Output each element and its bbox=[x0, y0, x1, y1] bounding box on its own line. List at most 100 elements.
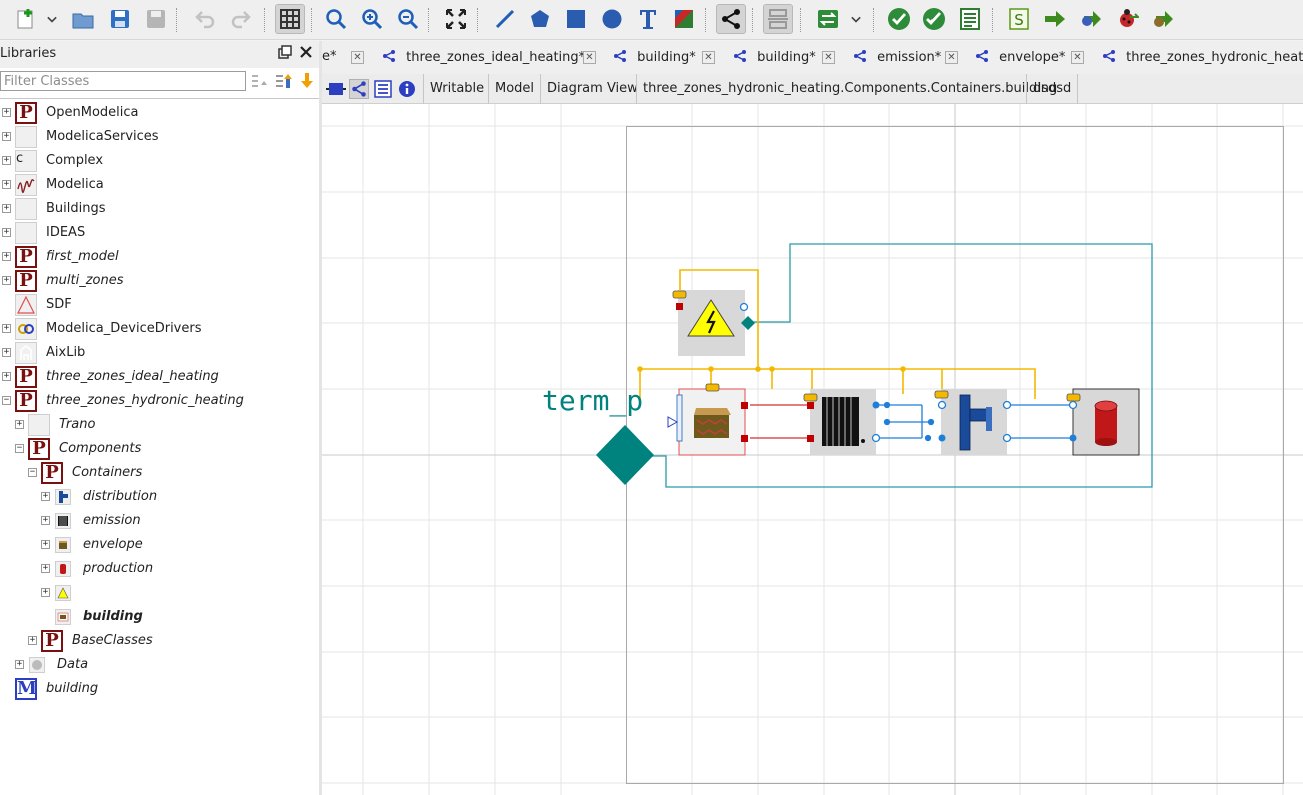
zoom-reset-icon[interactable] bbox=[321, 4, 351, 34]
expand-icon[interactable]: + bbox=[2, 156, 11, 165]
expand-icon[interactable]: + bbox=[2, 204, 11, 213]
simulate-icon[interactable] bbox=[1040, 4, 1070, 34]
tab-three-zones-hydronic-heating[interactable]: three_zones_hydronic_heating bbox=[1102, 49, 1303, 69]
close-tab-icon[interactable]: ✕ bbox=[351, 51, 364, 64]
save-icon[interactable] bbox=[105, 4, 135, 34]
expand-icon[interactable]: + bbox=[2, 132, 11, 141]
expand-icon[interactable]: + bbox=[2, 324, 11, 333]
redo-icon[interactable] bbox=[226, 4, 256, 34]
tree-item[interactable]: + IDEAS bbox=[0, 221, 319, 245]
close-tab-icon[interactable]: ✕ bbox=[583, 51, 596, 64]
expand-icon[interactable]: + bbox=[41, 540, 50, 549]
close-tab-icon[interactable]: ✕ bbox=[1071, 51, 1084, 64]
dropdown-icon[interactable] bbox=[846, 4, 866, 34]
tree-item[interactable]: + Modelica bbox=[0, 173, 319, 197]
tab-label[interactable]: e* bbox=[322, 49, 337, 69]
tree-item[interactable]: + Pmulti_zones bbox=[0, 269, 319, 293]
collapse-all-icon[interactable] bbox=[249, 71, 269, 91]
new-icon[interactable] bbox=[11, 4, 41, 34]
expand-icon[interactable]: + bbox=[2, 372, 11, 381]
expand-icon[interactable]: + bbox=[15, 660, 24, 669]
tree-item[interactable]: + Pthree_zones_ideal_heating bbox=[0, 365, 319, 389]
save-all-icon[interactable] bbox=[141, 4, 171, 34]
debug-icon[interactable] bbox=[1112, 4, 1142, 34]
swap-icon[interactable] bbox=[813, 4, 843, 34]
tab-building[interactable]: building* bbox=[613, 49, 696, 69]
undo-icon[interactable] bbox=[190, 4, 220, 34]
tab-building[interactable]: building* bbox=[733, 49, 816, 69]
transition-icon[interactable] bbox=[763, 4, 793, 34]
instantiate-icon[interactable] bbox=[955, 4, 985, 34]
tree-item[interactable]: + Trano bbox=[0, 413, 319, 437]
info-icon[interactable] bbox=[397, 79, 417, 99]
tree-item[interactable]: + emission bbox=[0, 509, 319, 533]
text-icon[interactable] bbox=[633, 4, 663, 34]
tab-emission[interactable]: emission* bbox=[853, 49, 941, 69]
ellipse-icon[interactable] bbox=[597, 4, 627, 34]
tree-item[interactable]: + bbox=[0, 581, 319, 605]
tree-item[interactable]: + distribution bbox=[0, 485, 319, 509]
tree-item[interactable]: + envelope bbox=[0, 533, 319, 557]
close-tab-icon[interactable]: ✕ bbox=[945, 51, 958, 64]
expand-icon[interactable]: + bbox=[28, 636, 37, 645]
tree-item[interactable]: + Pfirst_model bbox=[0, 245, 319, 269]
zoom-in-icon[interactable] bbox=[357, 4, 387, 34]
fit-icon[interactable] bbox=[441, 4, 471, 34]
debug-algorithmic-icon[interactable] bbox=[1148, 4, 1178, 34]
sort-icon[interactable] bbox=[273, 71, 293, 91]
simulation-setup-icon[interactable]: S bbox=[1004, 4, 1034, 34]
tree-item[interactable]: + ModelicaServices bbox=[0, 125, 319, 149]
expand-icon[interactable]: + bbox=[41, 492, 50, 501]
tree-item[interactable]: + P OpenModelica bbox=[0, 101, 319, 125]
grid-icon[interactable] bbox=[275, 4, 305, 34]
check-all-icon[interactable] bbox=[919, 4, 949, 34]
close-icon[interactable] bbox=[298, 45, 314, 61]
collapse-icon[interactable]: − bbox=[2, 396, 11, 405]
close-tab-icon[interactable]: ✕ bbox=[822, 51, 835, 64]
tree-item[interactable]: + production bbox=[0, 557, 319, 581]
tree-item[interactable]: Mbuilding bbox=[0, 677, 319, 701]
tree-item[interactable]: − P Components bbox=[0, 437, 319, 461]
expand-icon[interactable]: + bbox=[2, 252, 11, 261]
close-tab-icon[interactable]: ✕ bbox=[702, 51, 715, 64]
expand-icon[interactable]: + bbox=[41, 516, 50, 525]
float-icon[interactable] bbox=[277, 45, 293, 61]
expand-icon[interactable]: + bbox=[2, 276, 11, 285]
polygon-icon[interactable] bbox=[525, 4, 555, 34]
collapse-icon[interactable]: − bbox=[15, 444, 24, 453]
rectangle-icon[interactable] bbox=[561, 4, 591, 34]
simulate-debug-icon[interactable] bbox=[1076, 4, 1106, 34]
expand-icon[interactable]: + bbox=[41, 588, 50, 597]
tree-item[interactable]: + Data bbox=[0, 653, 319, 677]
tree-item[interactable]: + P BaseClasses bbox=[0, 629, 319, 653]
expand-icon[interactable]: + bbox=[2, 108, 11, 117]
tree-item[interactable]: + Buildings bbox=[0, 197, 319, 221]
tab-envelope[interactable]: envelope* bbox=[975, 49, 1065, 69]
check-icon[interactable] bbox=[884, 4, 914, 34]
expand-icon[interactable]: + bbox=[2, 180, 11, 189]
tree-item[interactable]: building bbox=[0, 605, 319, 629]
diagram-canvas[interactable]: term_p bbox=[322, 104, 1303, 795]
tree-item[interactable]: − P Containers bbox=[0, 461, 319, 485]
dropdown-icon[interactable] bbox=[42, 4, 62, 34]
filter-classes-input[interactable] bbox=[0, 71, 246, 91]
text-view-icon[interactable] bbox=[373, 79, 393, 99]
tree-item[interactable]: SDF bbox=[0, 293, 319, 317]
diagram-view-icon[interactable] bbox=[349, 79, 369, 99]
expand-icon[interactable]: + bbox=[2, 228, 11, 237]
icon-view-icon[interactable] bbox=[326, 79, 346, 99]
expand-icon[interactable]: + bbox=[41, 564, 50, 573]
collapse-icon[interactable]: − bbox=[28, 468, 37, 477]
expand-icon[interactable]: + bbox=[2, 348, 11, 357]
tab-three-zones-ideal-heating[interactable]: three_zones_ideal_heating* bbox=[382, 49, 585, 69]
tree-item[interactable]: + AixLib bbox=[0, 341, 319, 365]
open-icon[interactable] bbox=[68, 4, 98, 34]
zoom-out-icon[interactable] bbox=[393, 4, 423, 34]
expand-icon[interactable]: + bbox=[15, 420, 24, 429]
line-icon[interactable] bbox=[490, 4, 520, 34]
sort-descending-icon[interactable] bbox=[297, 71, 317, 91]
bitmap-icon[interactable] bbox=[669, 4, 699, 34]
tree-item[interactable]: + c Complex bbox=[0, 149, 319, 173]
connect-icon[interactable] bbox=[716, 4, 746, 34]
tree-item[interactable]: − Pthree_zones_hydronic_heating bbox=[0, 389, 319, 413]
